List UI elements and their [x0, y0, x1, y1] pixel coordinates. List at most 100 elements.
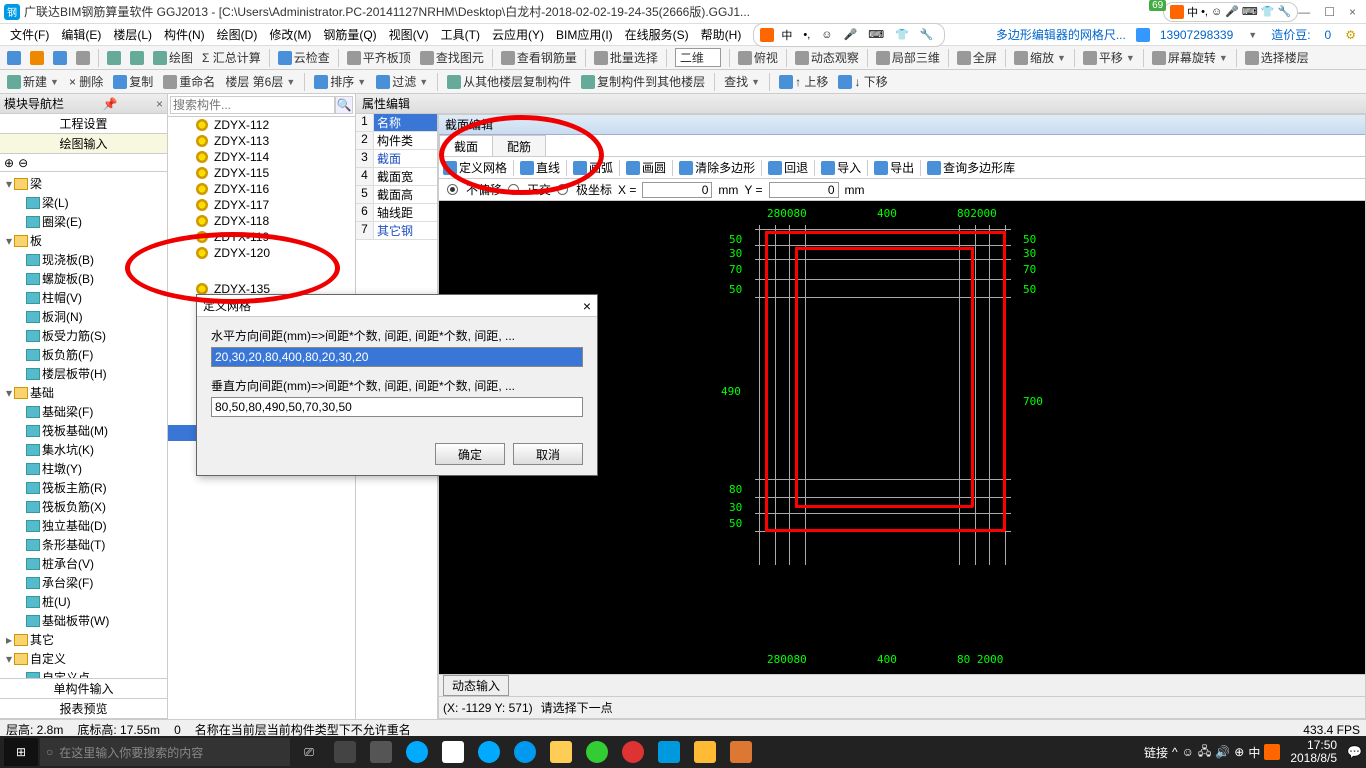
menu-online[interactable]: 在线服务(S) [621, 24, 693, 45]
maximize-button[interactable]: ☐ [1324, 5, 1335, 19]
tree-item[interactable]: 梁(L) [2, 193, 165, 212]
task-view-icon[interactable]: ⎚ [292, 738, 326, 766]
radio-polar[interactable] [557, 184, 568, 195]
tree-item[interactable]: 独立基础(D) [2, 516, 165, 535]
start-button[interactable]: ⊞ [4, 738, 38, 766]
tree-item[interactable]: 自定义点 [2, 668, 165, 678]
menu-tools[interactable]: 工具(T) [437, 24, 484, 45]
toolbar-item[interactable]: 缩放▼ [1011, 48, 1069, 67]
task-q[interactable] [616, 738, 650, 766]
task-ie[interactable] [472, 738, 506, 766]
nav-tab-project[interactable]: 工程设置 [0, 114, 167, 134]
property-row[interactable]: 7其它钢 [356, 222, 437, 240]
component-item[interactable]: ZDYX-112 [168, 117, 355, 133]
task-ie2[interactable] [508, 738, 542, 766]
menu-help[interactable]: 帮助(H) [697, 24, 746, 45]
editor-tool[interactable]: 回退 [768, 159, 808, 176]
nav-close-icon[interactable]: × [156, 97, 163, 111]
task-360[interactable] [580, 738, 614, 766]
toolbar-item[interactable]: ↓ 下移 [835, 72, 890, 91]
tray-vol-icon[interactable]: 🔊 [1215, 745, 1230, 759]
nav-tab-report[interactable]: 报表预览 [0, 699, 167, 719]
ime-toolbar-2[interactable]: 中•,☺🎤⌨👕🔧 [753, 23, 944, 47]
tree-item[interactable]: 板受力筋(S) [2, 326, 165, 345]
y-input[interactable] [769, 182, 839, 198]
menu-file[interactable]: 文件(F) [6, 24, 53, 45]
cancel-button[interactable]: 取消 [513, 443, 583, 465]
tree-item[interactable]: 桩承台(V) [2, 554, 165, 573]
tree-item[interactable]: 承台梁(F) [2, 573, 165, 592]
menu-component[interactable]: 构件(N) [160, 24, 209, 45]
search-input[interactable] [170, 96, 335, 114]
property-row[interactable]: 4截面宽 [356, 168, 437, 186]
menu-cloud[interactable]: 云应用(Y) [488, 24, 548, 45]
menu-edit[interactable]: 编辑(E) [57, 24, 105, 45]
menu-bim[interactable]: BIM应用(I) [552, 24, 617, 45]
tray-link[interactable]: 链接 [1144, 744, 1168, 761]
task-app-1[interactable] [328, 738, 362, 766]
toolbar-item[interactable] [104, 50, 124, 66]
task-edge[interactable] [400, 738, 434, 766]
toolbar-item[interactable]: 复制 [110, 72, 156, 91]
editor-tool[interactable]: 定义网格 [443, 159, 507, 176]
task-explorer[interactable] [544, 738, 578, 766]
component-item[interactable]: ZDYX-116 [168, 181, 355, 197]
nav-tree[interactable]: ▾梁梁(L)圈梁(E)▾板现浇板(B)螺旋板(B)柱帽(V)板洞(N)板受力筋(… [0, 172, 167, 678]
v-spacing-input[interactable] [211, 397, 583, 417]
toolbar-item[interactable]: × 删除 [66, 72, 106, 91]
component-item[interactable]: ZDYX-120 [168, 245, 355, 261]
task-note[interactable] [688, 738, 722, 766]
tree-item[interactable]: 圈梁(E) [2, 212, 165, 231]
toolbar-item[interactable]: ↑ 上移 [776, 72, 831, 91]
toolbar-item[interactable] [50, 50, 70, 66]
toolbar-item[interactable] [4, 50, 24, 66]
tray-people-icon[interactable]: ☺ [1182, 745, 1194, 759]
tab-section[interactable]: 截面 [439, 135, 493, 156]
tab-rebar[interactable]: 配筋 [492, 135, 546, 156]
toolbar-item[interactable]: 排序▼ [311, 72, 369, 91]
component-item[interactable]: ZDYX-119 [168, 229, 355, 245]
tray-net-icon[interactable]: 🖧 [1198, 742, 1211, 763]
tray-sogou-icon[interactable] [1264, 744, 1280, 760]
collapse-icon[interactable]: ⊖ [18, 156, 28, 170]
tree-item[interactable]: 现浇板(B) [2, 250, 165, 269]
toolbar-item[interactable]: 从其他楼层复制构件 [444, 72, 574, 91]
dynamic-input-button[interactable]: 动态输入 [443, 675, 509, 696]
component-item[interactable]: ZDYX-115 [168, 165, 355, 181]
editor-tool[interactable]: 直线 [520, 159, 560, 176]
tray-up-icon[interactable]: ^ [1172, 745, 1178, 759]
toolbar-item[interactable]: 平齐板顶 [344, 48, 414, 67]
tree-item[interactable]: ▾自定义 [2, 649, 165, 668]
tree-item[interactable]: 螺旋板(B) [2, 269, 165, 288]
toolbar-item[interactable]: 查找▼ [721, 72, 763, 91]
nav-pin-icon[interactable]: 📌 [103, 97, 118, 111]
toolbar-item[interactable]: 动态观察 [792, 48, 862, 67]
editor-tool[interactable]: 画圆 [626, 159, 666, 176]
taskbar-search[interactable]: ○ 在这里输入你要搜索的内容 [40, 738, 290, 766]
tree-item[interactable]: ▸其它 [2, 630, 165, 649]
tree-item[interactable]: 柱帽(V) [2, 288, 165, 307]
dialog-close-icon[interactable]: × [583, 298, 591, 314]
menu-rebar[interactable]: 钢筋量(Q) [319, 24, 380, 45]
component-item[interactable]: ZDYX-118 [168, 213, 355, 229]
phone-label[interactable]: 13907298339 [1156, 26, 1237, 44]
close-button[interactable]: × [1349, 5, 1356, 19]
tree-item[interactable]: ▾基础 [2, 383, 165, 402]
toolbar-item[interactable]: 绘图 [150, 48, 196, 67]
toolbar-item[interactable]: 楼层 第6层▼ [222, 72, 298, 91]
toolbar-item[interactable]: 二维 [672, 47, 724, 68]
toolbar-item[interactable]: Σ 汇总计算 [199, 48, 264, 67]
tree-item[interactable]: 楼层板带(H) [2, 364, 165, 383]
tree-item[interactable]: 桩(U) [2, 592, 165, 611]
property-row[interactable]: 1名称 [356, 114, 437, 132]
toolbar-item[interactable]: 查找图元 [417, 48, 487, 67]
tree-item[interactable]: 板洞(N) [2, 307, 165, 326]
tray-notifications-icon[interactable]: 💬 [1347, 745, 1362, 759]
nav-tab-single[interactable]: 单构件输入 [0, 679, 167, 699]
toolbar-item[interactable]: 局部三维 [873, 48, 943, 67]
toolbar-item[interactable]: 新建▼ [4, 72, 62, 91]
property-row[interactable]: 2构件类 [356, 132, 437, 150]
toolbar-item[interactable]: 全屏 [954, 48, 1000, 67]
tree-item[interactable]: ▾板 [2, 231, 165, 250]
ok-button[interactable]: 确定 [435, 443, 505, 465]
